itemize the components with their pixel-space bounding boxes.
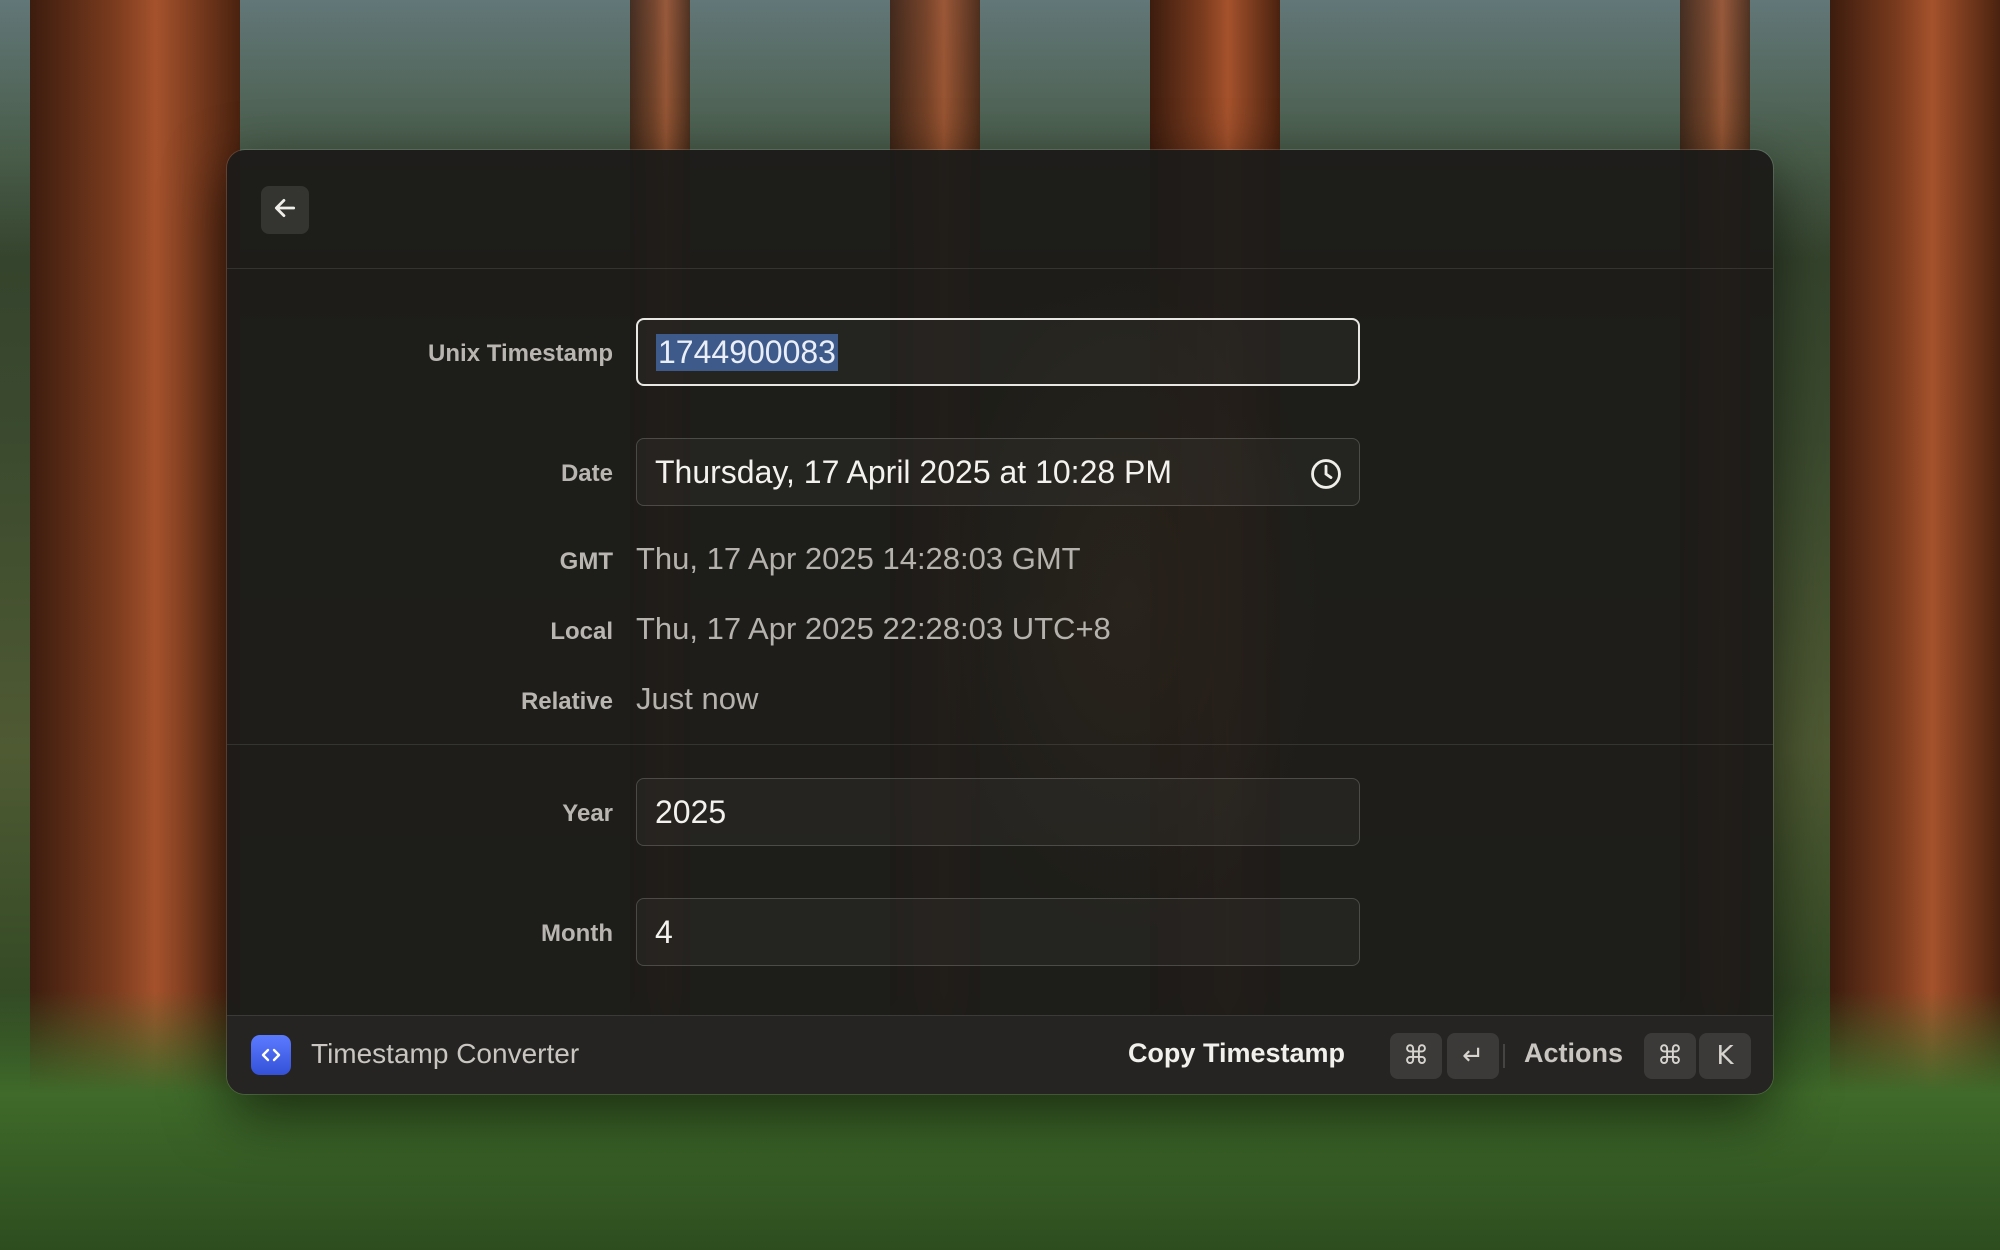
relative-label: Relative [520, 688, 613, 715]
clock-icon[interactable] [1309, 457, 1343, 499]
year-input[interactable]: 2025 [636, 778, 1360, 846]
date-label: Date [560, 460, 613, 487]
action-bar: Timestamp Converter Copy Timestamp ⌘ ↵ A… [227, 1015, 1773, 1094]
code-brackets-icon [251, 1035, 291, 1075]
toolbar [227, 150, 1773, 269]
back-button[interactable] [261, 186, 309, 234]
year-label: Year [562, 800, 613, 827]
gmt-value: Thu, 17 Apr 2025 14:28:03 GMT [636, 541, 1081, 576]
actions-button[interactable]: Actions [1524, 1038, 1623, 1069]
timestamp-converter-window: Unix Timestamp 1744900083 Date Thursday,… [227, 150, 1773, 1094]
month-value: 4 [655, 913, 673, 950]
gmt-label: GMT [559, 548, 613, 575]
year-value: 2025 [655, 793, 727, 830]
return-key-icon: ↵ [1447, 1033, 1499, 1079]
command-key-icon: ⌘ [1644, 1033, 1696, 1079]
unix-timestamp-label: Unix Timestamp [428, 340, 613, 367]
month-input[interactable]: 4 [636, 898, 1360, 966]
unix-timestamp-value: 1744900083 [656, 333, 838, 371]
footer-separator [1503, 1044, 1505, 1068]
relative-value: Just now [636, 681, 759, 716]
date-value: Thursday, 17 April 2025 at 10:28 PM [655, 453, 1173, 490]
local-label: Local [550, 618, 613, 645]
date-picker-field[interactable]: Thursday, 17 April 2025 at 10:28 PM [636, 438, 1360, 506]
extension-name: Timestamp Converter [311, 1038, 580, 1069]
k-key-icon: K [1699, 1033, 1751, 1079]
command-key-icon: ⌘ [1390, 1033, 1442, 1079]
section-divider [227, 744, 1773, 745]
copy-timestamp-button[interactable]: Copy Timestamp [1128, 1038, 1345, 1069]
arrow-left-icon [272, 195, 298, 226]
month-label: Month [541, 920, 613, 947]
unix-timestamp-input[interactable]: 1744900083 [636, 318, 1360, 386]
local-value: Thu, 17 Apr 2025 22:28:03 UTC+8 [636, 611, 1111, 646]
